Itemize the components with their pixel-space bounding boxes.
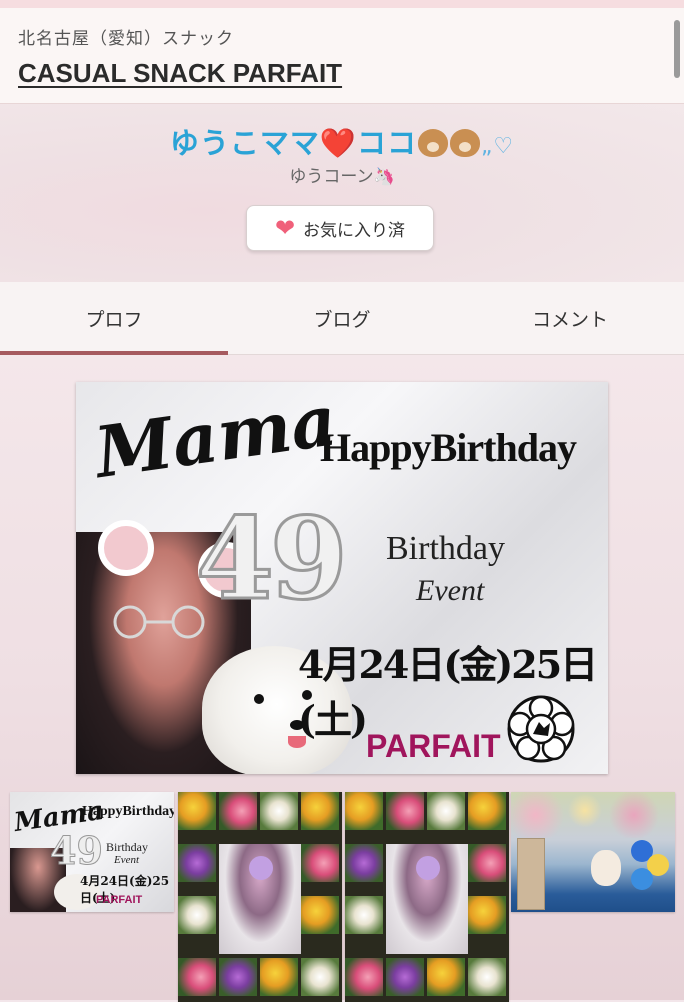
collage-tile xyxy=(301,958,339,996)
thumb-birthday: Birthday xyxy=(106,840,148,854)
tab-profile-label: プロフ xyxy=(85,308,143,331)
collage-tile xyxy=(219,792,257,830)
collage-tile xyxy=(427,792,465,830)
dog-emoji-icon xyxy=(450,129,480,157)
collage-tile xyxy=(345,792,383,830)
poster-brand: PARFAIT xyxy=(366,728,501,764)
collage-tile xyxy=(178,792,216,830)
cast-subname: ゆうコーン🦄 xyxy=(289,167,395,187)
name-trail: „♡ xyxy=(481,134,515,159)
tab-profile[interactable]: プロフ xyxy=(0,282,228,355)
collage-tile xyxy=(386,958,424,996)
cast-name: ゆうこママ❤️ココ „♡ xyxy=(0,120,684,162)
poster-dog-eye xyxy=(254,694,264,704)
collage-tile xyxy=(178,958,216,996)
collage-tile xyxy=(219,958,257,996)
poster-ear xyxy=(98,520,154,576)
thumbnail-balloon-photo[interactable] xyxy=(511,792,675,912)
collage-tile xyxy=(260,792,298,830)
dog-emoji-icon xyxy=(418,129,448,157)
profile-content: Mama HappyBirthday 49 Birthday Event 4月2… xyxy=(0,355,684,1002)
poster-happy-birthday: HappyBirthday xyxy=(320,425,577,470)
collage-center-photo xyxy=(219,844,301,954)
collage-tile xyxy=(345,844,383,882)
thumb-event: Event xyxy=(114,854,140,866)
poster-mama: Mama xyxy=(90,382,342,495)
poster-age: 49 xyxy=(195,493,350,627)
thumb-brand: PARFAIT xyxy=(96,894,143,906)
tab-comment[interactable]: コメント xyxy=(456,282,684,354)
photo-dog xyxy=(591,850,621,886)
profile-hero: ゆうこママ❤️ココ „♡ ゆうコーン🦄 ❤ お気に入り済 xyxy=(0,104,684,282)
collage-tile xyxy=(427,958,465,996)
tab-blog[interactable]: ブログ xyxy=(228,282,456,354)
photo-box xyxy=(517,838,545,910)
heart-icon: ❤ xyxy=(274,214,296,242)
collage-tile xyxy=(468,844,506,882)
favorite-label: お気に入り済 xyxy=(303,220,406,241)
heart-emoji: ❤️ xyxy=(319,126,357,160)
collage-face xyxy=(416,856,440,880)
tab-blog-label: ブログ xyxy=(313,308,371,331)
poster-event: Event xyxy=(416,574,485,607)
collage-tile xyxy=(178,844,216,882)
collage-tile xyxy=(301,844,339,882)
cast-name-part2: ココ xyxy=(356,126,417,160)
collage-tile xyxy=(345,958,383,996)
balloon xyxy=(631,868,653,890)
collage-tile xyxy=(345,896,383,934)
flower-backdrop xyxy=(511,792,675,838)
collage-tile xyxy=(468,896,506,934)
poster-birthday: Birthday xyxy=(386,530,505,567)
collage-tile xyxy=(386,792,424,830)
cast-name-part1: ゆうこママ xyxy=(169,126,320,160)
profile-tabs: プロフ ブログ コメント xyxy=(0,282,684,355)
collage-center-photo xyxy=(386,844,468,954)
collage-tile xyxy=(178,896,216,934)
collage-tile xyxy=(468,792,506,830)
shop-name-link[interactable]: CASUAL SNACK PARFAIT xyxy=(18,58,342,89)
collage-tile xyxy=(260,958,298,996)
favorite-button[interactable]: ❤ お気に入り済 xyxy=(246,205,434,251)
thumbnail-flower-collage[interactable] xyxy=(345,792,509,1002)
thumb-age: 49 xyxy=(50,828,104,874)
camellia-logo-icon xyxy=(507,695,575,763)
collage-face xyxy=(249,856,273,880)
area-label: 北名古屋（愛知）スナック xyxy=(18,29,234,49)
tab-comment-label: コメント xyxy=(531,308,608,331)
scrollbar[interactable] xyxy=(674,20,680,78)
collage-tile xyxy=(468,958,506,996)
thumbnail-flower-collage[interactable] xyxy=(178,792,342,1002)
thumb-happy-birthday: HappyBirthday xyxy=(82,804,174,819)
collage-tile xyxy=(301,896,339,934)
main-photo[interactable]: Mama HappyBirthday 49 Birthday Event 4月2… xyxy=(76,382,608,774)
collage-tile xyxy=(301,792,339,830)
thumbnail-birthday-poster[interactable]: Mama HappyBirthday 49 Birthday Event 4月2… xyxy=(10,792,174,912)
shop-header: 北名古屋（愛知）スナック CASUAL SNACK PARFAIT xyxy=(0,8,684,104)
